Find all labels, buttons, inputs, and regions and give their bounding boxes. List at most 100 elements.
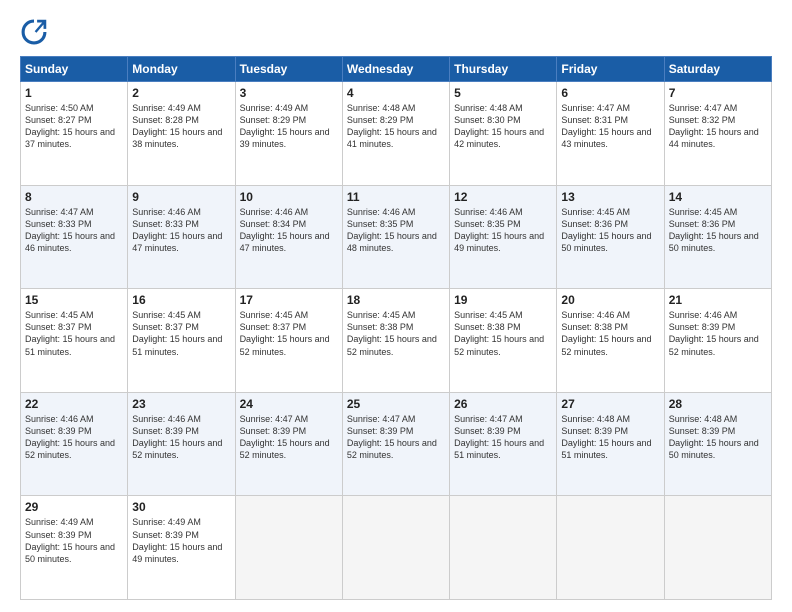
- day-cell: 17 Sunrise: 4:45 AMSunset: 8:37 PMDayligh…: [235, 289, 342, 393]
- day-info: Sunrise: 4:46 AMSunset: 8:39 PMDaylight:…: [25, 413, 123, 462]
- day-info: Sunrise: 4:49 AMSunset: 8:29 PMDaylight:…: [240, 102, 338, 151]
- day-number: 12: [454, 190, 552, 204]
- day-cell: 24 Sunrise: 4:47 AMSunset: 8:39 PMDayligh…: [235, 392, 342, 496]
- day-number: 14: [669, 190, 767, 204]
- day-info: Sunrise: 4:47 AMSunset: 8:33 PMDaylight:…: [25, 206, 123, 255]
- logo: [20, 18, 54, 46]
- week-row-4: 22 Sunrise: 4:46 AMSunset: 8:39 PMDayligh…: [21, 392, 772, 496]
- day-cell: 30 Sunrise: 4:49 AMSunset: 8:39 PMDayligh…: [128, 496, 235, 600]
- day-number: 30: [132, 500, 230, 514]
- day-number: 13: [561, 190, 659, 204]
- day-number: 10: [240, 190, 338, 204]
- day-cell: 5 Sunrise: 4:48 AMSunset: 8:30 PMDaylight…: [450, 82, 557, 186]
- day-cell: [664, 496, 771, 600]
- day-info: Sunrise: 4:46 AMSunset: 8:35 PMDaylight:…: [454, 206, 552, 255]
- day-info: Sunrise: 4:47 AMSunset: 8:39 PMDaylight:…: [454, 413, 552, 462]
- day-info: Sunrise: 4:47 AMSunset: 8:32 PMDaylight:…: [669, 102, 767, 151]
- day-number: 22: [25, 397, 123, 411]
- day-cell: 14 Sunrise: 4:45 AMSunset: 8:36 PMDayligh…: [664, 185, 771, 289]
- day-info: Sunrise: 4:45 AMSunset: 8:38 PMDaylight:…: [454, 309, 552, 358]
- day-info: Sunrise: 4:45 AMSunset: 8:37 PMDaylight:…: [25, 309, 123, 358]
- day-info: Sunrise: 4:46 AMSunset: 8:34 PMDaylight:…: [240, 206, 338, 255]
- day-info: Sunrise: 4:49 AMSunset: 8:39 PMDaylight:…: [25, 516, 123, 565]
- day-cell: 26 Sunrise: 4:47 AMSunset: 8:39 PMDayligh…: [450, 392, 557, 496]
- day-number: 9: [132, 190, 230, 204]
- day-cell: 19 Sunrise: 4:45 AMSunset: 8:38 PMDayligh…: [450, 289, 557, 393]
- page: SundayMondayTuesdayWednesdayThursdayFrid…: [0, 0, 792, 612]
- day-cell: [235, 496, 342, 600]
- day-cell: 20Sunrise: 4:46 AMSunset: 8:38 PMDayligh…: [557, 289, 664, 393]
- calendar-table: SundayMondayTuesdayWednesdayThursdayFrid…: [20, 56, 772, 600]
- day-number: 6: [561, 86, 659, 100]
- week-row-5: 29Sunrise: 4:49 AMSunset: 8:39 PMDayligh…: [21, 496, 772, 600]
- day-number: 11: [347, 190, 445, 204]
- day-number: 23: [132, 397, 230, 411]
- col-header-tuesday: Tuesday: [235, 57, 342, 82]
- col-header-saturday: Saturday: [664, 57, 771, 82]
- day-number: 26: [454, 397, 552, 411]
- day-number: 24: [240, 397, 338, 411]
- day-info: Sunrise: 4:48 AMSunset: 8:39 PMDaylight:…: [561, 413, 659, 462]
- day-number: 17: [240, 293, 338, 307]
- day-info: Sunrise: 4:46 AMSunset: 8:33 PMDaylight:…: [132, 206, 230, 255]
- day-number: 15: [25, 293, 123, 307]
- day-cell: 23 Sunrise: 4:46 AMSunset: 8:39 PMDayligh…: [128, 392, 235, 496]
- day-number: 8: [25, 190, 123, 204]
- day-info: Sunrise: 4:48 AMSunset: 8:29 PMDaylight:…: [347, 102, 445, 151]
- day-cell: 6 Sunrise: 4:47 AMSunset: 8:31 PMDaylight…: [557, 82, 664, 186]
- day-number: 27: [561, 397, 659, 411]
- day-cell: 2Sunrise: 4:49 AMSunset: 8:28 PMDaylight…: [128, 82, 235, 186]
- day-cell: 29Sunrise: 4:49 AMSunset: 8:39 PMDayligh…: [21, 496, 128, 600]
- day-cell: 11 Sunrise: 4:46 AMSunset: 8:35 PMDayligh…: [342, 185, 449, 289]
- day-cell: 13 Sunrise: 4:45 AMSunset: 8:36 PMDayligh…: [557, 185, 664, 289]
- day-cell: 18 Sunrise: 4:45 AMSunset: 8:38 PMDayligh…: [342, 289, 449, 393]
- day-info: Sunrise: 4:45 AMSunset: 8:36 PMDaylight:…: [561, 206, 659, 255]
- day-number: 4: [347, 86, 445, 100]
- day-cell: [557, 496, 664, 600]
- day-info: Sunrise: 4:50 AMSunset: 8:27 PMDaylight:…: [25, 102, 123, 151]
- day-info: Sunrise: 4:47 AMSunset: 8:39 PMDaylight:…: [347, 413, 445, 462]
- day-number: 7: [669, 86, 767, 100]
- day-number: 1: [25, 86, 123, 100]
- day-cell: 8 Sunrise: 4:47 AMSunset: 8:33 PMDaylight…: [21, 185, 128, 289]
- week-row-3: 15 Sunrise: 4:45 AMSunset: 8:37 PMDayligh…: [21, 289, 772, 393]
- day-cell: 25Sunrise: 4:47 AMSunset: 8:39 PMDayligh…: [342, 392, 449, 496]
- day-info: Sunrise: 4:45 AMSunset: 8:37 PMDaylight:…: [132, 309, 230, 358]
- day-info: Sunrise: 4:49 AMSunset: 8:28 PMDaylight:…: [132, 102, 230, 151]
- day-cell: 15 Sunrise: 4:45 AMSunset: 8:37 PMDayligh…: [21, 289, 128, 393]
- day-cell: 12 Sunrise: 4:46 AMSunset: 8:35 PMDayligh…: [450, 185, 557, 289]
- day-cell: 22 Sunrise: 4:46 AMSunset: 8:39 PMDayligh…: [21, 392, 128, 496]
- day-cell: 7 Sunrise: 4:47 AMSunset: 8:32 PMDaylight…: [664, 82, 771, 186]
- day-info: Sunrise: 4:46 AMSunset: 8:35 PMDaylight:…: [347, 206, 445, 255]
- logo-icon: [20, 18, 48, 46]
- day-number: 16: [132, 293, 230, 307]
- day-cell: 1 Sunrise: 4:50 AMSunset: 8:27 PMDaylight…: [21, 82, 128, 186]
- day-cell: 4 Sunrise: 4:48 AMSunset: 8:29 PMDaylight…: [342, 82, 449, 186]
- day-info: Sunrise: 4:45 AMSunset: 8:38 PMDaylight:…: [347, 309, 445, 358]
- col-header-thursday: Thursday: [450, 57, 557, 82]
- day-info: Sunrise: 4:48 AMSunset: 8:30 PMDaylight:…: [454, 102, 552, 151]
- day-info: Sunrise: 4:45 AMSunset: 8:37 PMDaylight:…: [240, 309, 338, 358]
- col-header-monday: Monday: [128, 57, 235, 82]
- day-cell: 9 Sunrise: 4:46 AMSunset: 8:33 PMDaylight…: [128, 185, 235, 289]
- day-info: Sunrise: 4:46 AMSunset: 8:39 PMDaylight:…: [669, 309, 767, 358]
- day-info: Sunrise: 4:49 AMSunset: 8:39 PMDaylight:…: [132, 516, 230, 565]
- day-info: Sunrise: 4:46 AMSunset: 8:39 PMDaylight:…: [132, 413, 230, 462]
- day-info: Sunrise: 4:45 AMSunset: 8:36 PMDaylight:…: [669, 206, 767, 255]
- day-number: 19: [454, 293, 552, 307]
- day-number: 5: [454, 86, 552, 100]
- week-row-1: 1 Sunrise: 4:50 AMSunset: 8:27 PMDaylight…: [21, 82, 772, 186]
- day-cell: 3Sunrise: 4:49 AMSunset: 8:29 PMDaylight…: [235, 82, 342, 186]
- col-header-sunday: Sunday: [21, 57, 128, 82]
- day-cell: 10 Sunrise: 4:46 AMSunset: 8:34 PMDayligh…: [235, 185, 342, 289]
- calendar-header-row: SundayMondayTuesdayWednesdayThursdayFrid…: [21, 57, 772, 82]
- day-info: Sunrise: 4:47 AMSunset: 8:31 PMDaylight:…: [561, 102, 659, 151]
- day-info: Sunrise: 4:47 AMSunset: 8:39 PMDaylight:…: [240, 413, 338, 462]
- day-cell: 16 Sunrise: 4:45 AMSunset: 8:37 PMDayligh…: [128, 289, 235, 393]
- day-number: 21: [669, 293, 767, 307]
- day-number: 28: [669, 397, 767, 411]
- day-info: Sunrise: 4:48 AMSunset: 8:39 PMDaylight:…: [669, 413, 767, 462]
- day-number: 18: [347, 293, 445, 307]
- day-cell: [450, 496, 557, 600]
- col-header-friday: Friday: [557, 57, 664, 82]
